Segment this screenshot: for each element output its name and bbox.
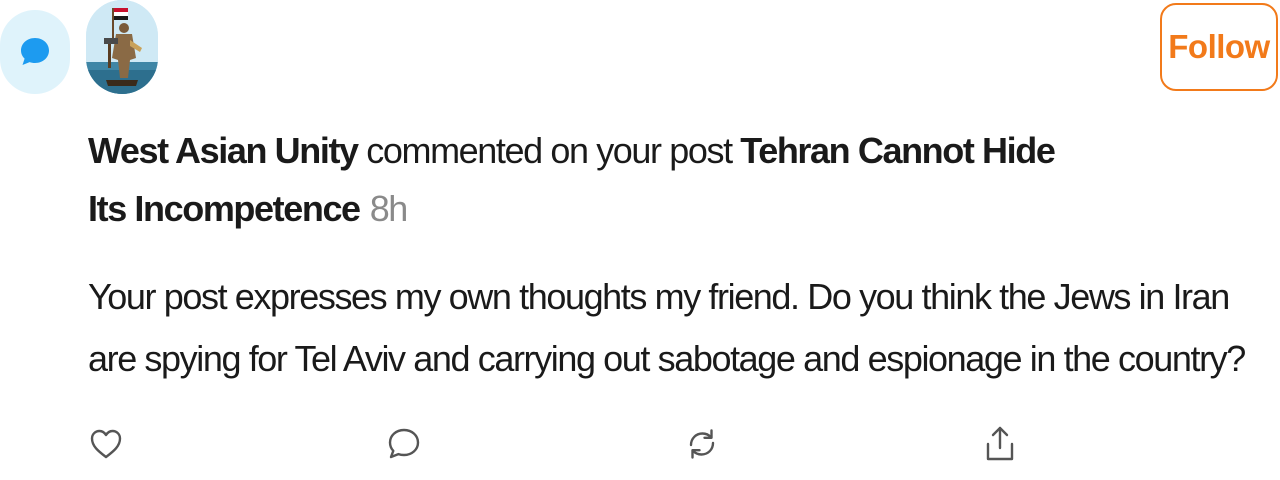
- notification-type-badge: [0, 10, 70, 94]
- restack-icon: [689, 429, 715, 459]
- timestamp: 8h: [369, 188, 409, 229]
- share-icon: [986, 426, 1014, 461]
- share-button[interactable]: [978, 420, 1022, 468]
- follow-button[interactable]: Follow: [1160, 3, 1278, 91]
- comment-text[interactable]: Your post expresses my own thoughts my f…: [88, 266, 1258, 390]
- restack-button[interactable]: [680, 420, 724, 468]
- profile-avatar-statue-with-flag: [86, 0, 158, 94]
- comment-bubble-icon: [21, 38, 49, 65]
- avatar[interactable]: [86, 0, 158, 94]
- notification-item[interactable]: Follow West Asian Unity commented on you…: [0, 0, 1280, 480]
- actor-name[interactable]: West Asian Unity: [88, 130, 359, 171]
- reply-button[interactable]: [382, 420, 426, 468]
- comment-icon: [388, 428, 420, 459]
- heart-icon: [90, 429, 122, 459]
- action-text: commented on your post: [357, 130, 741, 171]
- notification-headline: West Asian Unity commented on your post …: [88, 122, 1088, 238]
- comment-badge-background: [0, 10, 70, 94]
- like-button[interactable]: [84, 420, 128, 468]
